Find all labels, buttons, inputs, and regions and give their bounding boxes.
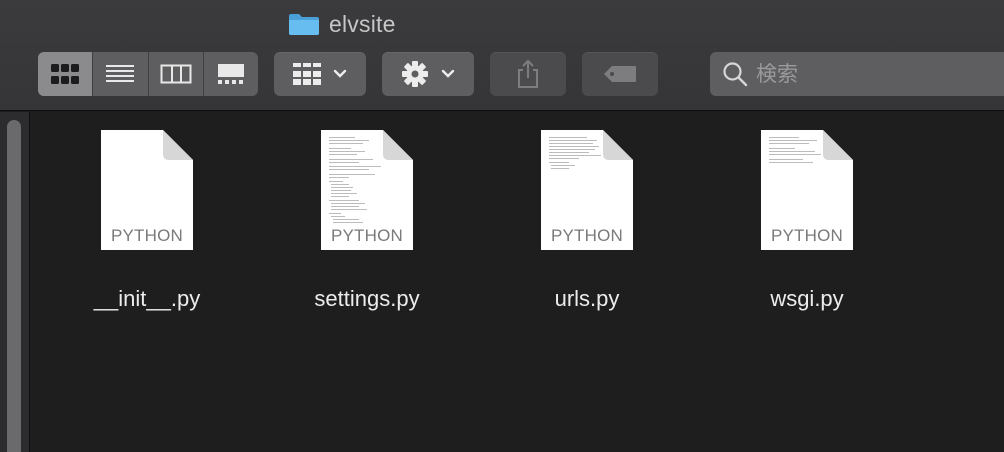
columns-icon	[160, 64, 192, 84]
python-file-icon: PYTHON	[321, 130, 413, 250]
window-title: elvsite	[288, 10, 396, 38]
finder-window: elvsite 検索 PYTHON __init__.py PYTHON set…	[0, 0, 1004, 452]
file-kind-label: PYTHON	[770, 226, 844, 245]
file-item[interactable]: PYTHON wsgi.py	[727, 130, 887, 312]
file-kind-label: PYTHON	[330, 226, 404, 245]
tag-icon	[604, 66, 636, 82]
toolbar: elvsite	[0, 0, 1004, 111]
share-button[interactable]	[490, 52, 566, 96]
group-by-button[interactable]	[274, 52, 366, 96]
file-name: __init__.py	[93, 286, 201, 311]
file-kind-label: PYTHON	[110, 226, 184, 245]
share-icon	[518, 59, 538, 88]
grid-icon	[293, 63, 321, 85]
column-view-button[interactable]	[149, 52, 204, 96]
folder-icon	[289, 14, 319, 35]
scrollbar-thumb[interactable]	[7, 120, 21, 452]
view-mode-control	[38, 52, 258, 96]
action-button[interactable]	[382, 52, 474, 96]
file-name: wsgi.py	[770, 286, 844, 311]
file-item[interactable]: PYTHON __init__.py	[67, 130, 227, 312]
scrollbar-track[interactable]	[0, 112, 30, 452]
chevron-down-icon	[333, 69, 347, 78]
gallery-view-button[interactable]	[204, 52, 258, 96]
file-name: settings.py	[314, 286, 420, 311]
icon-grid-icon	[51, 64, 80, 84]
search-icon	[723, 62, 748, 87]
gear-icon	[402, 61, 428, 87]
list-icon	[106, 65, 135, 82]
search-field[interactable]	[710, 52, 1004, 96]
search-input[interactable]	[756, 62, 976, 86]
file-browser-content: PYTHON __init__.py PYTHON settings.py PY…	[0, 112, 1004, 452]
file-name: urls.py	[554, 286, 620, 311]
gallery-icon	[217, 64, 244, 84]
window-title-text: elvsite	[329, 10, 396, 37]
tags-button[interactable]	[582, 52, 658, 96]
file-item[interactable]: PYTHON urls.py	[507, 130, 667, 312]
python-file-icon: PYTHON	[541, 130, 633, 250]
python-file-icon: PYTHON	[761, 130, 853, 250]
file-item[interactable]: PYTHON settings.py	[287, 130, 447, 312]
file-kind-label: PYTHON	[550, 226, 624, 245]
list-view-button[interactable]	[93, 52, 149, 96]
python-file-icon: PYTHON	[101, 130, 193, 250]
icon-view-button[interactable]	[38, 52, 94, 96]
chevron-down-icon	[441, 69, 455, 78]
